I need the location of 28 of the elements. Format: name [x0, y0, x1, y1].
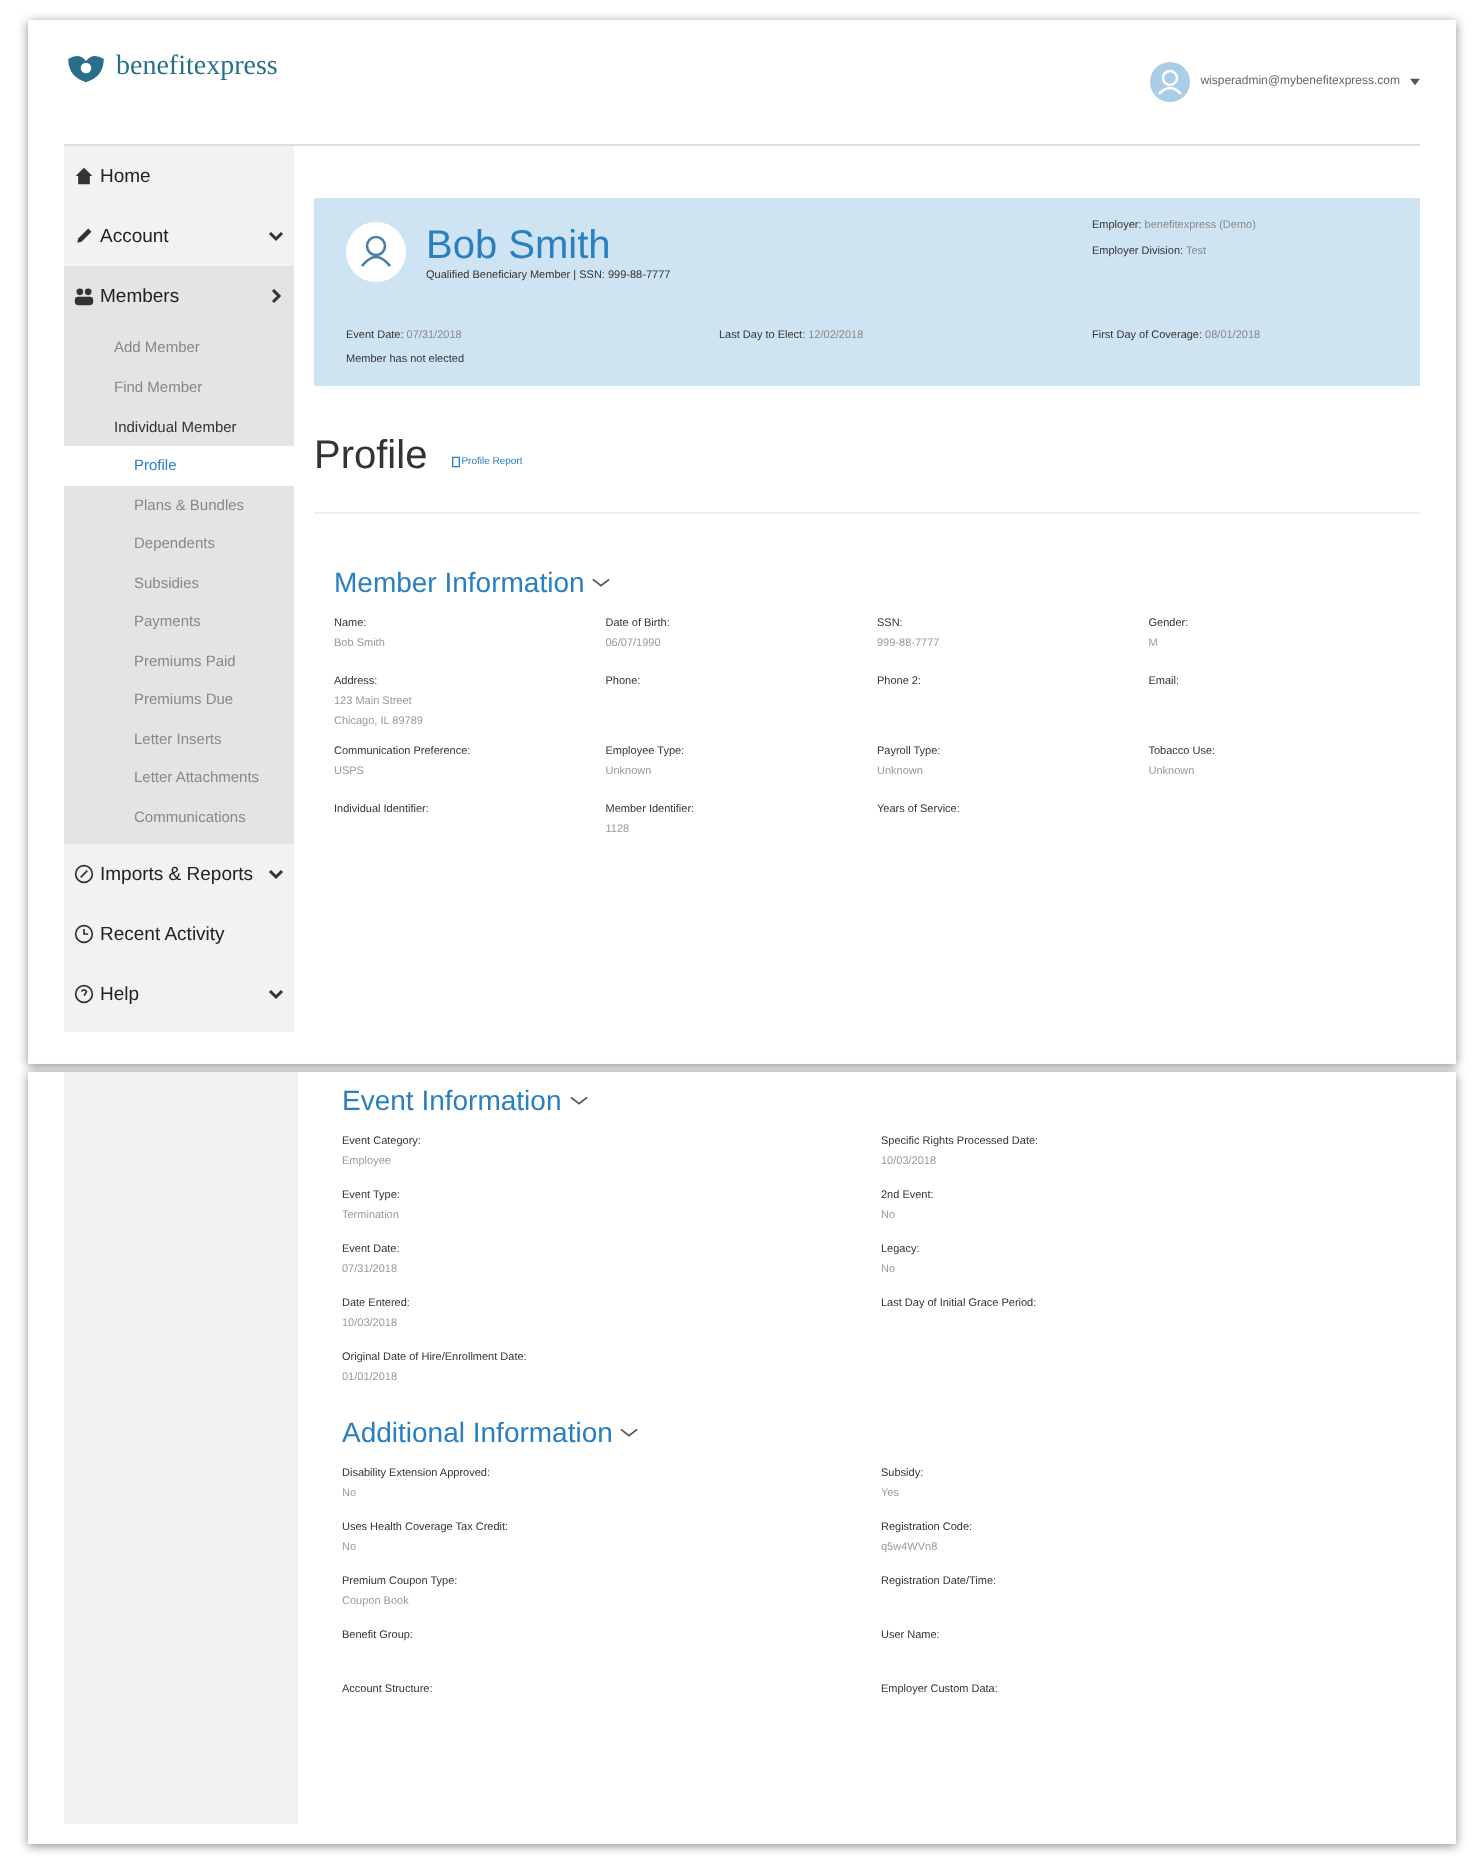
sidebar-item[interactable]: Imports & Reports [64, 844, 294, 904]
pencil-icon [74, 226, 94, 246]
avatar-icon [346, 222, 406, 282]
document-icon [451, 456, 460, 468]
caret-icon[interactable] [1410, 78, 1420, 86]
page-title: Profile [314, 434, 428, 480]
sidebar-item[interactable]: Members [64, 266, 294, 326]
people-icon [74, 286, 94, 306]
section-title[interactable]: Additional Information [342, 1416, 613, 1448]
chevron-icon [268, 228, 284, 244]
section-title[interactable]: Event Information [342, 1084, 562, 1116]
chevron-icon [268, 866, 284, 882]
clock-icon [74, 924, 94, 944]
section-title[interactable]: Member Information [334, 566, 585, 598]
help-icon [74, 984, 94, 1004]
chevron-icon[interactable] [592, 577, 611, 587]
home-icon [74, 166, 94, 186]
chevron-icon[interactable] [620, 1427, 639, 1437]
chevron-icon [268, 288, 284, 304]
member-name: Bob Smith [426, 223, 613, 269]
sidebar-item[interactable]: Home [64, 146, 294, 206]
sidebar-item[interactable]: Help [64, 964, 294, 1024]
logo-icon [64, 52, 108, 84]
logo-text: benefitexpress [116, 52, 278, 84]
sidebar-item[interactable]: Account [64, 206, 294, 266]
chevron-icon[interactable] [569, 1095, 588, 1105]
chevron-icon [268, 986, 284, 1002]
sidebar-item[interactable]: Recent Activity [64, 904, 294, 964]
